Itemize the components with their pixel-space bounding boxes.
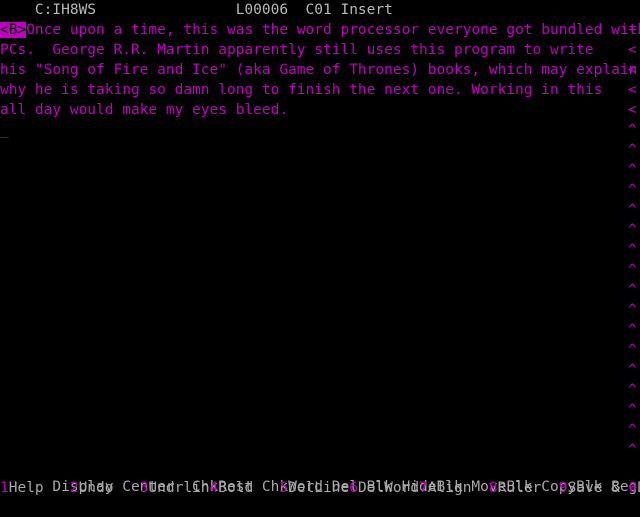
document-line-text: why he is taking so damn long to finish …: [0, 82, 603, 98]
fkey-label-1[interactable]: Help: [9, 480, 70, 496]
fkey-number-8[interactable]: 8: [489, 480, 498, 496]
flag-marker-empty: ^: [628, 322, 637, 338]
flag-marker-empty: ^: [628, 182, 637, 198]
flag-marker-empty: ^: [628, 422, 637, 438]
cursor-glyph: _: [0, 122, 9, 138]
document-line-text: all day would make my eyes bleed.: [0, 102, 289, 118]
command-menu-row[interactable]: Display Center ChkRest ChkWord Del Blk H…: [0, 457, 640, 495]
fkey-number-5[interactable]: 5: [279, 480, 288, 496]
flag-marker-empty: ^: [628, 282, 637, 298]
document-line[interactable]: his "Song of Fire and Ice" (aka Game of …: [0, 60, 640, 80]
document-line-text: Once upon a time, this was the word proc…: [26, 22, 640, 38]
fkey-label-7[interactable]: Align: [428, 480, 489, 496]
fkey-number-1[interactable]: 1: [0, 480, 9, 496]
flag-marker-empty: ^: [628, 342, 637, 358]
fkey-number-6[interactable]: 6: [349, 480, 358, 496]
fkey-label-8[interactable]: Ruler: [498, 480, 559, 496]
document-line[interactable]: why he is taking so damn long to finish …: [0, 80, 640, 100]
fkey-label-3[interactable]: Undrlin: [148, 480, 209, 496]
flag-marker-empty: ^: [628, 362, 637, 378]
flag-marker: <: [628, 62, 637, 78]
document-line-text: his "Song of Fire and Ice" (aka Game of …: [0, 62, 638, 78]
document-line[interactable]: <B>Once upon a time, this was the word p…: [0, 20, 640, 40]
document-line[interactable]: all day would make my eyes bleed.: [0, 100, 640, 120]
document-line[interactable]: PCs. George R.R. Martin apparently still…: [0, 40, 640, 60]
fkey-label-2[interactable]: Undo: [79, 480, 140, 496]
flag-marker-empty: ^: [628, 222, 637, 238]
flag-marker: <: [628, 82, 637, 98]
fkey-label-6[interactable]: DelWord: [358, 480, 419, 496]
flag-marker: +: [628, 22, 637, 38]
flag-marker-empty: ^: [628, 262, 637, 278]
flag-marker-empty: ^: [628, 302, 637, 318]
fkey-label-5[interactable]: DelLine: [288, 480, 349, 496]
flag-marker: <: [628, 42, 637, 58]
fkey-number-2[interactable]: 2: [70, 480, 79, 496]
flag-marker-empty: ^: [628, 242, 637, 258]
flag-marker: <: [628, 102, 637, 118]
terminal-screen: C:IH8WS L00006 C01 Insert <B>Once upon a…: [0, 0, 640, 500]
flag-marker-empty: ^: [628, 202, 637, 218]
flag-marker-empty: ^: [628, 142, 637, 158]
flag-marker: ^: [628, 122, 637, 138]
flag-marker-empty: ^: [628, 162, 637, 178]
flag-marker-empty: ^: [628, 382, 637, 398]
document-cursor-line[interactable]: _: [0, 120, 640, 140]
fkey-number-4[interactable]: 4: [210, 480, 219, 496]
fkey-number-7[interactable]: 7: [419, 480, 428, 496]
block-begin-marker: <B>: [0, 22, 27, 38]
fkey-label-4[interactable]: Bold: [218, 480, 279, 496]
document-line-text: PCs. George R.R. Martin apparently still…: [0, 42, 594, 58]
flag-marker-empty: ^: [628, 402, 637, 418]
fkey-label-9[interactable]: Save &: [567, 480, 628, 496]
status-bar: C:IH8WS L00006 C01 Insert: [0, 2, 393, 18]
function-key-row[interactable]: 1Help 2Undo 3Undrlin4Bold 5DelLine6DelWo…: [0, 478, 640, 498]
